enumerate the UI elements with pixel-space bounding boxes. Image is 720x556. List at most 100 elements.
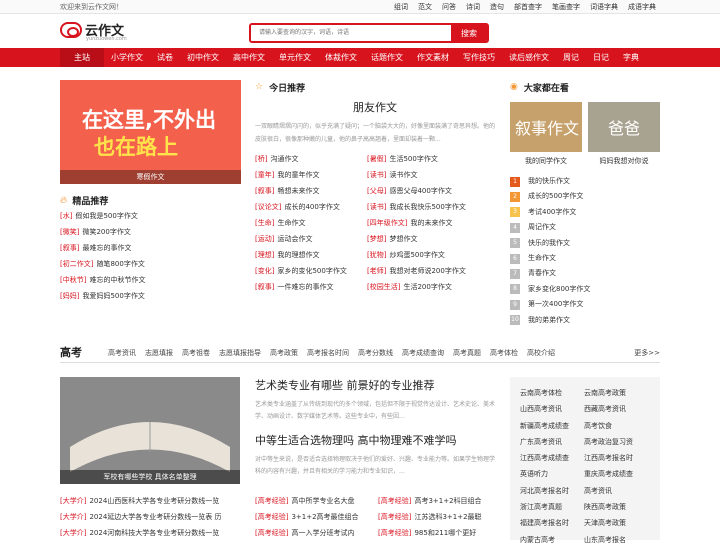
search-input[interactable] <box>251 25 451 41</box>
list-item[interactable]: [童年] 我的童年作文 <box>255 167 367 183</box>
side-link[interactable]: 云南高考政策 <box>584 385 654 401</box>
list-item[interactable]: [运动] 运动会作文 <box>255 231 367 247</box>
list-item[interactable]: [父母] 感恩父母400字作文 <box>367 183 479 199</box>
list-item[interactable]: [高考经验] 高一入学分班考试内 <box>255 525 375 541</box>
side-link[interactable]: 高考政治复习资 <box>584 434 654 450</box>
rank-item[interactable]: 10 我的弟弟作文 <box>510 313 590 328</box>
tab-gaokao[interactable]: 高考真题 <box>453 348 481 358</box>
list-item[interactable]: [叙事] 一件难忘的事作文 <box>255 279 367 295</box>
tab-gaokao[interactable]: 志愿填报指导 <box>219 348 261 358</box>
list-item[interactable]: [老师] 我想对老师说200字作文 <box>367 263 479 279</box>
list-item[interactable]: [高考经验] 高中所学专业名大盘 <box>255 493 375 509</box>
top-link-zuci[interactable]: 组词 <box>394 2 408 12</box>
side-link[interactable]: 重庆高考成绩查 <box>584 466 654 482</box>
side-link[interactable]: 山西高考资讯 <box>520 401 584 417</box>
search-button[interactable]: 搜索 <box>451 25 487 41</box>
rank-item[interactable]: 6 生命作文 <box>510 251 590 266</box>
nav-material[interactable]: 作文素材 <box>410 48 456 67</box>
list-item[interactable]: [变化] 家乡的变化500字作文 <box>255 263 367 279</box>
nav-primary[interactable]: 小学作文 <box>104 48 150 67</box>
nav-senior[interactable]: 高中作文 <box>226 48 272 67</box>
list-item[interactable]: [读书] 我成长我快乐500字作文 <box>367 199 479 215</box>
thumb-dad[interactable]: 爸爸 <box>588 102 660 152</box>
list-item[interactable]: [犹物] 炒鸡蛋500字作文 <box>367 247 479 263</box>
list-item[interactable]: [校园生活] 生活200字作文 <box>367 279 479 295</box>
nav-dictionary[interactable]: 字典 <box>616 48 646 67</box>
list-item[interactable]: [梦想] 梦想作文 <box>367 231 479 247</box>
rank-item[interactable]: 2 成长的500字作文 <box>510 189 590 204</box>
tab-gaokao[interactable]: 高校介绍 <box>527 348 555 358</box>
list-item[interactable]: [高考经验] 985和211哪个更好 <box>378 525 498 541</box>
tab-gaokao[interactable]: 志愿填报 <box>145 348 173 358</box>
nav-exam[interactable]: 试卷 <box>150 48 180 67</box>
gaokao-image[interactable]: 军校有哪些学校 具体名单整理 <box>60 377 240 484</box>
top-link-wenda[interactable]: 问答 <box>442 2 456 12</box>
tab-gaokao[interactable]: 高考政策 <box>270 348 298 358</box>
thumb-narrative[interactable]: 叙事作文 <box>510 102 582 152</box>
more-link[interactable]: 更多>> <box>634 348 660 358</box>
side-link[interactable]: 广东高考资讯 <box>520 434 584 450</box>
list-item[interactable]: [大学介] 2024河南科技大学各专业考研分数线一览 <box>60 525 245 541</box>
nav-home[interactable]: 主站 <box>60 48 104 67</box>
list-item[interactable]: [妈妈] 我爱妈妈500字作文 <box>60 288 240 304</box>
list-item[interactable]: [高考经验] 高考3+1+2科目组合 <box>378 493 498 509</box>
list-item[interactable]: [读书] 读书作文 <box>367 167 479 183</box>
nav-junior[interactable]: 初中作文 <box>180 48 226 67</box>
top-link-bihua[interactable]: 笔画查字 <box>552 2 580 12</box>
list-item[interactable]: [议论文] 成长的400字作文 <box>255 199 367 215</box>
top-link-chengyu[interactable]: 成语字典 <box>628 2 656 12</box>
list-item[interactable]: [大学介] 2024延边大学各专业考研分数线一览表 历 <box>60 509 245 525</box>
side-link[interactable]: 浙江高考真题 <box>520 499 584 515</box>
top-link-zaoju[interactable]: 造句 <box>490 2 504 12</box>
side-link[interactable]: 河北高考报名时 <box>520 483 584 499</box>
list-item[interactable]: [桥] 沟通作文 <box>255 151 367 167</box>
side-link[interactable]: 天津高考政策 <box>584 515 654 531</box>
rank-item[interactable]: 9 第一次400字作文 <box>510 297 590 312</box>
tab-gaokao[interactable]: 高考报名时间 <box>307 348 349 358</box>
top-link-ciyu[interactable]: 词语字典 <box>590 2 618 12</box>
list-item[interactable]: [水] 假如我是500字作文 <box>60 208 240 224</box>
side-link[interactable]: 云南高考体检 <box>520 385 584 401</box>
tab-gaokao[interactable]: 高考分数线 <box>358 348 393 358</box>
list-item[interactable]: [高考经验] 3+1+2高考最佳组合 <box>255 509 375 525</box>
nav-diary[interactable]: 日记 <box>586 48 616 67</box>
tab-gaokao[interactable]: 高考成绩查询 <box>402 348 444 358</box>
side-link[interactable]: 陕西高考政策 <box>584 499 654 515</box>
side-link[interactable]: 西藏高考资讯 <box>584 401 654 417</box>
banner-image[interactable]: 在这里,不外出 也在路上 寒假作文 <box>60 80 241 184</box>
top-link-bushou[interactable]: 部首查字 <box>514 2 542 12</box>
rank-item[interactable]: 8 家乡变化800字作文 <box>510 282 590 297</box>
today-headline[interactable]: 朋友作文 <box>255 99 495 115</box>
site-logo[interactable]: 云作文 yunzuowen.com <box>60 20 127 42</box>
rank-item[interactable]: 1 我的快乐作文 <box>510 174 590 189</box>
list-item[interactable]: [四年级作文] 我的未来作文 <box>367 215 479 231</box>
rank-item[interactable]: 5 快乐的我作文 <box>510 236 590 251</box>
tab-gaokao[interactable]: 高考资讯 <box>108 348 136 358</box>
nav-topic[interactable]: 话题作文 <box>364 48 410 67</box>
nav-review[interactable]: 读后感作文 <box>502 48 556 67</box>
nav-skills[interactable]: 写作技巧 <box>456 48 502 67</box>
list-item[interactable]: [叙事] 最难忘的事作文 <box>60 240 240 256</box>
rank-item[interactable]: 3 考试400字作文 <box>510 205 590 220</box>
top-link-shici[interactable]: 诗词 <box>466 2 480 12</box>
rank-item[interactable]: 7 青春作文 <box>510 266 590 281</box>
side-link[interactable]: 江西高考报名时 <box>584 450 654 466</box>
rank-item[interactable]: 4 周记作文 <box>510 220 590 235</box>
list-item[interactable]: [叙事] 畅想未来作文 <box>255 183 367 199</box>
side-link[interactable]: 新疆高考成绩查 <box>520 418 584 434</box>
top-link-fanwen[interactable]: 范文 <box>418 2 432 12</box>
article-title[interactable]: 中等生适合选物理吗 高中物理难不难学吗 <box>255 432 495 448</box>
list-item[interactable]: [生命] 生命作文 <box>255 215 367 231</box>
list-item[interactable]: [大学介] 2024山西医科大学各专业考研分数线一览 <box>60 493 245 509</box>
nav-unit[interactable]: 单元作文 <box>272 48 318 67</box>
tab-gaokao[interactable]: 高考体检 <box>490 348 518 358</box>
nav-genre[interactable]: 体裁作文 <box>318 48 364 67</box>
list-item[interactable]: [微笑] 微笑200字作文 <box>60 224 240 240</box>
thumb-caption[interactable]: 我的同学作文 <box>510 156 582 166</box>
tab-gaokao[interactable]: 高考祖卷 <box>182 348 210 358</box>
list-item[interactable]: [中秋节] 难忘的中秋节作文 <box>60 272 240 288</box>
list-item[interactable]: [理想] 我的理想作文 <box>255 247 367 263</box>
side-link[interactable]: 高考饮食 <box>584 418 654 434</box>
side-link[interactable]: 高考资讯 <box>584 483 654 499</box>
list-item[interactable]: [暑假] 生活500字作文 <box>367 151 479 167</box>
